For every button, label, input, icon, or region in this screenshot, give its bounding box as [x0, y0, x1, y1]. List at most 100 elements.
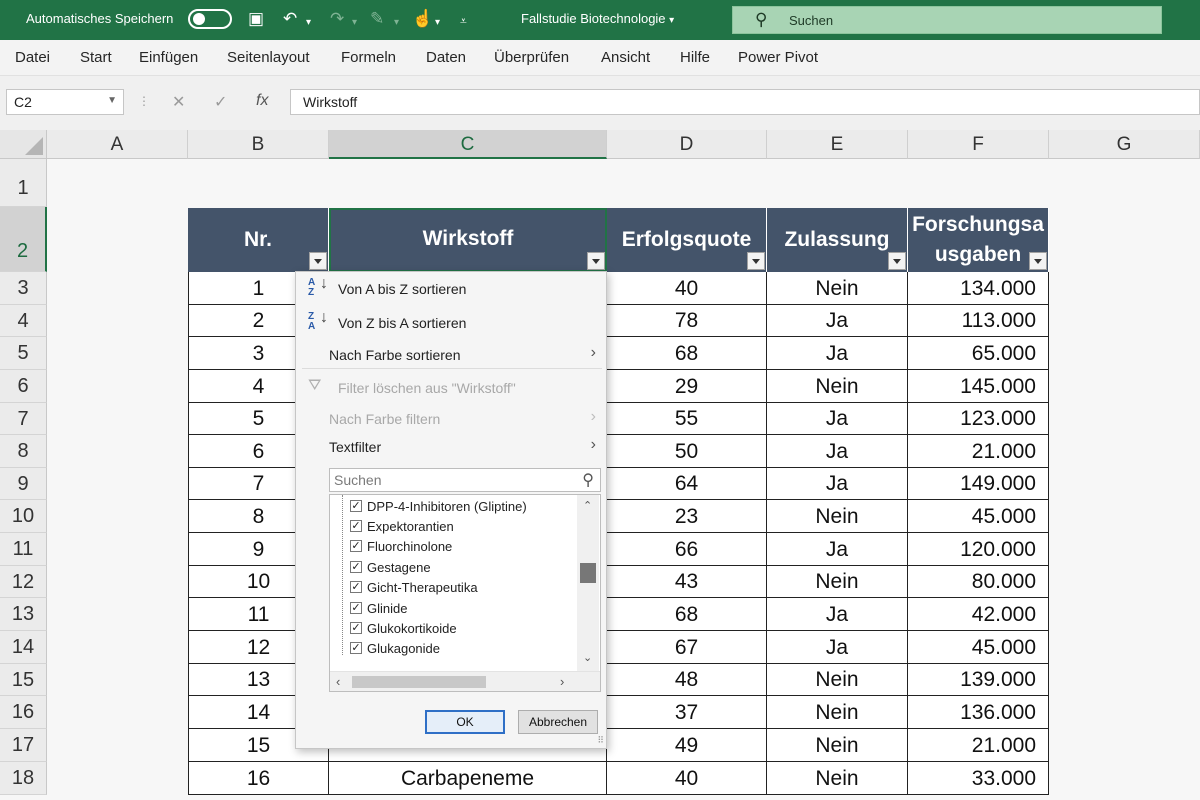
row-header[interactable]: 11: [0, 533, 47, 566]
tab-datei[interactable]: Datei: [15, 49, 50, 66]
filter-value-list[interactable]: ✓ DPP-4-Inhibitoren (Gliptine) ✓ Expektoran…: [329, 494, 601, 692]
table-cell-zul[interactable]: Nein: [767, 664, 908, 696]
tab-seitenlayout[interactable]: Seitenlayout: [227, 49, 310, 66]
filter-button-nr[interactable]: [309, 252, 327, 270]
row-header[interactable]: 10: [0, 500, 47, 533]
tab-power-pivot[interactable]: Power Pivot: [738, 49, 818, 66]
filter-button-wirkstoff[interactable]: [587, 252, 605, 270]
table-cell-fa[interactable]: 65.000: [908, 337, 1049, 370]
filter-button-zulassung[interactable]: [888, 252, 906, 270]
cancel-button[interactable]: Abbrechen: [518, 710, 598, 734]
row-header[interactable]: 3: [0, 272, 47, 305]
filter-button-forschungsausgaben[interactable]: [1029, 252, 1047, 270]
table-cell-fa[interactable]: 120.000: [908, 533, 1049, 566]
scroll-right-icon[interactable]: ›: [560, 674, 564, 689]
row-header[interactable]: 7: [0, 403, 47, 435]
checkbox-checked-icon[interactable]: ✓: [350, 540, 362, 552]
checkbox-checked-icon[interactable]: ✓: [350, 602, 362, 614]
tab-hilfe[interactable]: Hilfe: [680, 49, 710, 66]
table-cell-erfolg[interactable]: 78: [607, 305, 767, 337]
table-cell-erfolg[interactable]: 68: [607, 598, 767, 631]
table-cell-zul[interactable]: Nein: [767, 272, 908, 305]
row-header[interactable]: 6: [0, 370, 47, 403]
column-header[interactable]: F: [908, 130, 1049, 159]
text-filter[interactable]: Textfilter ›: [296, 432, 606, 462]
resize-grip-icon[interactable]: ⠿: [597, 735, 604, 746]
table-cell-fa[interactable]: 21.000: [908, 435, 1049, 468]
table-cell-erfolg[interactable]: 43: [607, 566, 767, 598]
row-header[interactable]: 16: [0, 696, 47, 729]
filter-search-input[interactable]: Suchen ⚲: [329, 468, 601, 492]
tab-daten[interactable]: Daten: [426, 49, 466, 66]
column-header[interactable]: C: [329, 130, 607, 159]
table-cell-zul[interactable]: Ja: [767, 305, 908, 337]
customize-qat-icon[interactable]: ⩡: [460, 10, 467, 32]
column-header[interactable]: D: [607, 130, 767, 159]
table-cell-erfolg[interactable]: 37: [607, 696, 767, 729]
table-cell-erfolg[interactable]: 68: [607, 337, 767, 370]
tab-start[interactable]: Start: [80, 49, 112, 66]
table-cell-fa[interactable]: 149.000: [908, 468, 1049, 500]
column-header[interactable]: A: [47, 130, 188, 159]
table-cell-zul[interactable]: Nein: [767, 762, 908, 795]
table-cell-zul[interactable]: Nein: [767, 566, 908, 598]
tab-formeln[interactable]: Formeln: [341, 49, 396, 66]
tab-ansicht[interactable]: Ansicht: [601, 49, 650, 66]
table-cell-fa[interactable]: 80.000: [908, 566, 1049, 598]
table-cell-erfolg[interactable]: 66: [607, 533, 767, 566]
checkbox-checked-icon[interactable]: ✓: [350, 500, 362, 512]
row-header[interactable]: 4: [0, 305, 47, 337]
select-all-button[interactable]: [0, 130, 47, 159]
checkbox-checked-icon[interactable]: ✓: [350, 520, 362, 532]
table-cell-nr[interactable]: 16: [188, 762, 329, 795]
table-cell-erfolg[interactable]: 40: [607, 762, 767, 795]
table-cell-zul[interactable]: Ja: [767, 631, 908, 664]
table-cell-erfolg[interactable]: 40: [607, 272, 767, 305]
autofilter-menu[interactable]: A Z ↓ Von A bis Z sortieren Z A ↓ Von Z bis …: [295, 271, 607, 749]
table-cell-fa[interactable]: 145.000: [908, 370, 1049, 403]
table-cell-zul[interactable]: Nein: [767, 370, 908, 403]
name-box[interactable]: C2 ▼: [6, 89, 124, 115]
table-cell-wirkstoff[interactable]: Carbapeneme: [329, 762, 607, 795]
table-cell-zul[interactable]: Ja: [767, 598, 908, 631]
table-cell-erfolg[interactable]: 49: [607, 729, 767, 762]
column-header[interactable]: B: [188, 130, 329, 159]
table-cell-zul[interactable]: Nein: [767, 500, 908, 533]
table-cell-erfolg[interactable]: 29: [607, 370, 767, 403]
row-header[interactable]: 5: [0, 337, 47, 370]
table-cell-erfolg[interactable]: 55: [607, 403, 767, 435]
search-box[interactable]: ⚲ Suchen: [732, 6, 1162, 34]
table-cell-zul[interactable]: Nein: [767, 696, 908, 729]
sort-a-to-z[interactable]: A Z ↓ Von A bis Z sortieren: [296, 274, 606, 304]
table-cell-erfolg[interactable]: 23: [607, 500, 767, 533]
ok-button[interactable]: OK: [425, 710, 505, 734]
table-cell-fa[interactable]: 21.000: [908, 729, 1049, 762]
table-cell-fa[interactable]: 134.000: [908, 272, 1049, 305]
horizontal-scrollbar[interactable]: ‹ ›: [330, 671, 600, 691]
row-header[interactable]: 8: [0, 435, 47, 468]
autosave-toggle[interactable]: [188, 9, 232, 29]
touch-mode-icon[interactable]: ☝: [412, 8, 433, 30]
table-cell-zul[interactable]: Ja: [767, 533, 908, 566]
table-cell-zul[interactable]: Ja: [767, 435, 908, 468]
save-icon[interactable]: ▣: [248, 8, 264, 30]
table-cell-zul[interactable]: Ja: [767, 468, 908, 500]
table-cell-fa[interactable]: 45.000: [908, 631, 1049, 664]
checkbox-checked-icon[interactable]: ✓: [350, 642, 362, 654]
row-header[interactable]: 13: [0, 598, 47, 631]
sort-z-to-a[interactable]: Z A ↓ Von Z bis A sortieren: [296, 308, 606, 338]
filter-button-erfolgsquote[interactable]: [747, 252, 765, 270]
row-header[interactable]: 18: [0, 762, 47, 795]
table-cell-fa[interactable]: 136.000: [908, 696, 1049, 729]
formula-input[interactable]: Wirkstoff: [290, 89, 1200, 115]
row-header[interactable]: 17: [0, 729, 47, 762]
table-cell-fa[interactable]: 45.000: [908, 500, 1049, 533]
row-header[interactable]: 1: [0, 159, 47, 207]
table-cell-zul[interactable]: Ja: [767, 337, 908, 370]
table-cell-fa[interactable]: 113.000: [908, 305, 1049, 337]
table-cell-erfolg[interactable]: 64: [607, 468, 767, 500]
undo-dropdown-icon[interactable]: ▾: [306, 12, 311, 34]
tab-ueberpruefen[interactable]: Überprüfen: [494, 49, 569, 66]
worksheet-grid[interactable]: A B C D E F G 1 2 3 4 5 6 7 8 9 10 11 12…: [0, 130, 1200, 800]
table-cell-erfolg[interactable]: 48: [607, 664, 767, 696]
